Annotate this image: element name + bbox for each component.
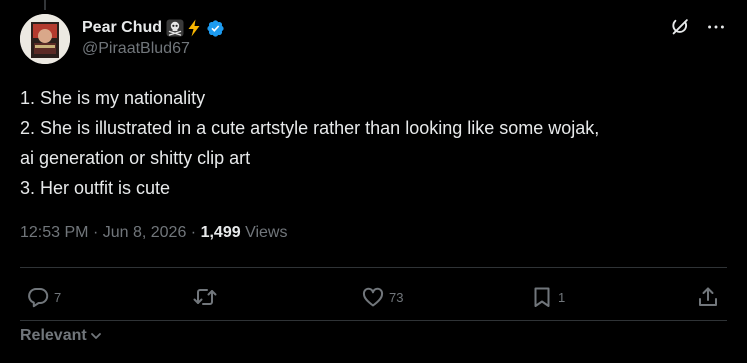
tweet-time[interactable]: 12:53 PM [20,224,88,241]
views-label: Views [245,224,288,241]
verified-badge-icon[interactable] [206,19,225,38]
repost-icon [192,285,218,309]
repost-button[interactable] [192,285,222,309]
like-count: 73 [389,289,404,305]
avatar-image [20,14,70,64]
skull-crossbones-icon [166,19,184,37]
bookmark-button[interactable]: 1 [530,285,565,309]
reply-icon [26,285,50,309]
tweet-header: Pear Chud @PiraatBlud67 [20,14,727,66]
tweet-text-line: 2. She is illustrated in a cute artstyle… [20,118,600,138]
like-icon [361,285,385,309]
tweet-text-line: ai generation or shitty clip art [20,148,251,168]
sort-label: Relevant [20,327,87,344]
reply-button[interactable]: 7 [26,285,61,309]
grok-icon[interactable] [669,16,691,38]
tweet-text: 1. She is my nationality 2. She is illus… [20,86,735,206]
divider [20,267,727,268]
views-count: 1,499 [200,224,241,241]
author-handle[interactable]: @PiraatBlud67 [82,40,225,58]
bookmark-icon [530,285,554,309]
author-display-name[interactable]: Pear Chud [82,19,162,37]
tweet-meta: 12:53 PM · Jun 8, 2026 · 1,499 Views [20,224,287,242]
reply-count: 7 [54,289,62,305]
tweet-actions: 7 73 1 [20,285,727,311]
tweet-text-line: 1. She is my nationality [20,88,206,108]
meta-separator: · [92,224,103,241]
meta-separator: · [190,224,201,241]
reply-sort-dropdown[interactable]: Relevant [20,327,103,345]
share-button[interactable] [696,285,720,309]
tweet-text-line: 3. Her outfit is cute [20,178,171,198]
avatar[interactable] [20,14,70,64]
more-icon[interactable] [705,16,727,38]
share-icon [696,285,720,309]
like-button[interactable]: 73 [361,285,403,309]
bookmark-count: 1 [558,289,566,305]
chevron-down-icon [89,329,103,343]
divider [20,320,727,321]
thread-connector [44,0,46,10]
tweet-date[interactable]: Jun 8, 2026 [103,224,187,241]
lightning-icon [186,19,202,37]
